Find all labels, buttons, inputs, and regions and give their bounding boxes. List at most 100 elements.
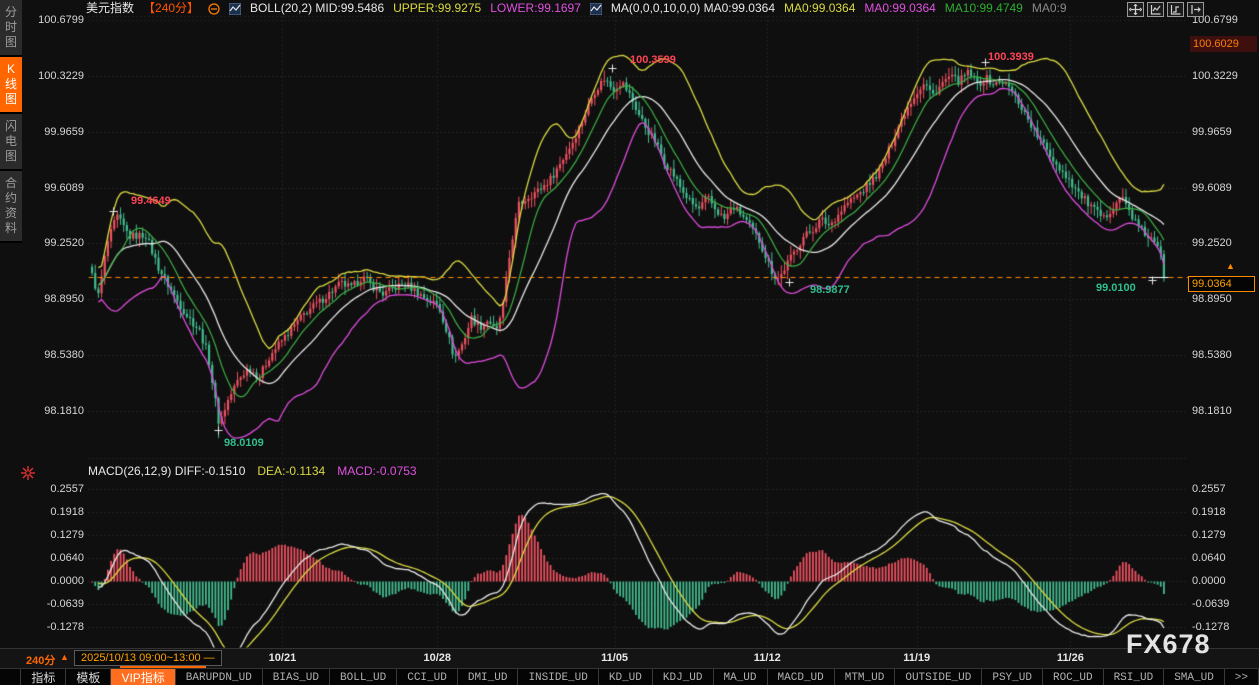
indicator-chart-icon — [229, 3, 241, 15]
macd-axis-left-label: 0.1279 — [24, 528, 84, 542]
y-axis-right-label: 98.8950 — [1192, 292, 1232, 306]
chart-tools — [1127, 2, 1204, 17]
symbol-title: 美元指数 — [86, 1, 134, 16]
toolbar-tab-18[interactable]: SMA_UD — [1164, 669, 1225, 685]
price-up-arrow-icon: ▲ — [1226, 261, 1235, 271]
macd-header-seg-0: MACD(26,12,9) DIFF:-0.1510 — [88, 464, 245, 478]
toolbar-tab-9[interactable]: KD_UD — [599, 669, 653, 685]
toolbar-tab-14[interactable]: OUTSIDE_UD — [895, 669, 982, 685]
minus-circle-icon[interactable] — [208, 3, 220, 15]
y-axis-left-label: 98.8950 — [24, 292, 84, 306]
price-annotation: 98.0109 — [224, 437, 264, 449]
macd-axis-right-label: 0.1279 — [1192, 528, 1226, 542]
fit-y-axis-icon[interactable] — [1147, 2, 1164, 17]
fit-x-axis-icon[interactable] — [1167, 2, 1184, 17]
macd-header-seg-2: MACD:-0.0753 — [337, 464, 416, 478]
macd-axis-right-label: 0.1918 — [1192, 505, 1226, 519]
toolbar-tab-11[interactable]: MA_UD — [714, 669, 768, 685]
session-high-badge: 100.6029 — [1190, 36, 1257, 52]
date-tick-label: 11/26 — [1057, 652, 1084, 664]
y-axis-right-label: 99.9659 — [1192, 125, 1232, 139]
boll-values: BOLL(20,2) MID:99.5486 — [250, 1, 384, 16]
period-label[interactable]: 240分 — [26, 652, 55, 668]
period-tag: 【240分】 — [143, 1, 199, 16]
price-annotation: 100.3599 — [630, 54, 676, 66]
y-axis-left-label: 98.5380 — [24, 348, 84, 362]
date-tick-label: 11/19 — [903, 652, 930, 664]
time-axis-bar: 240分 ▲ 2025/10/13 09:00~13:00 — 10/2110/… — [0, 648, 1259, 669]
ma-value-3: MA10:99.4749 — [945, 1, 1023, 16]
chart-canvas[interactable] — [0, 0, 1259, 685]
ma-value-2: MA0:99.0364 — [864, 1, 935, 16]
toolbar-tab-3[interactable]: BARUPDN_UD — [176, 669, 263, 685]
y-axis-right-label: 98.5380 — [1192, 348, 1232, 362]
macd-axis-right-label: 0.0000 — [1192, 574, 1226, 588]
price-annotation: 99.0100 — [1096, 282, 1136, 294]
toolbar-tab-more[interactable]: >> — [1225, 669, 1259, 685]
toolbar-tab-1[interactable]: 模板 — [66, 669, 111, 685]
indicator-chart-icon — [590, 3, 602, 15]
y-axis-left-label: 98.1810 — [24, 404, 84, 418]
y-axis-left-label: 100.6799 — [24, 13, 84, 27]
ma-value-0: MA(0,0,0,10,0,0) MA0:99.0364 — [611, 1, 775, 16]
toolbar-tab-6[interactable]: CCI_UD — [397, 669, 458, 685]
y-axis-left-label: 99.2520 — [24, 236, 84, 250]
ma-value-1: MA0:99.0364 — [784, 1, 855, 16]
toolbar-tab-12[interactable]: MACD_UD — [768, 669, 835, 685]
macd-axis-right-label: 0.2557 — [1192, 482, 1226, 496]
macd-axis-left-label: 0.0640 — [24, 551, 84, 565]
trading-app: 分时图K线图闪电图合约资料 美元指数【240分】 BOLL(20,2) MID:9… — [0, 0, 1259, 685]
price-annotation: 99.4649 — [131, 195, 171, 207]
toolbar-tab-7[interactable]: DMI_UD — [458, 669, 519, 685]
macd-axis-left-label: -0.1278 — [24, 620, 84, 634]
toolbar-spacer — [0, 669, 21, 685]
macd-axis-left-label: 0.2557 — [24, 482, 84, 496]
brand-watermark: FX678 — [1126, 629, 1211, 660]
price-annotation: 100.3939 — [988, 51, 1034, 63]
toolbar-tab-5[interactable]: BOLL_UD — [330, 669, 397, 685]
toolbar-tab-13[interactable]: MTM_UD — [835, 669, 896, 685]
macd-axis-left-label: 0.0000 — [24, 574, 84, 588]
y-axis-right-label: 99.6089 — [1192, 181, 1232, 195]
indicator-header: 美元指数【240分】 BOLL(20,2) MID:99.5486 UPPER:99… — [86, 1, 1067, 16]
sidebar-item-3[interactable]: 合约资料 — [0, 171, 22, 243]
period-arrow-icon[interactable]: ▲ — [60, 652, 69, 662]
y-axis-right-label: 98.1810 — [1192, 404, 1232, 418]
shift-right-icon[interactable] — [1187, 2, 1204, 17]
toolbar-tab-17[interactable]: RSI_UD — [1104, 669, 1165, 685]
y-axis-right-label: 99.2520 — [1192, 236, 1232, 250]
macd-header-seg-1: DEA:-0.1134 — [257, 464, 325, 478]
boll-lower: LOWER:99.1697 — [490, 1, 581, 16]
toolbar-tab-0[interactable]: 指标 — [21, 669, 66, 685]
current-price-badge: 99.0364 — [1188, 276, 1255, 292]
toolbar-tab-16[interactable]: ROC_UD — [1043, 669, 1104, 685]
price-annotation: 98.9877 — [810, 284, 850, 296]
y-axis-right-label: 100.3229 — [1192, 69, 1238, 83]
left-sidebar: 分时图K线图闪电图合约资料 — [0, 0, 22, 243]
boll-upper: UPPER:99.9275 — [393, 1, 481, 16]
sidebar-item-0[interactable]: 分时图 — [0, 0, 22, 57]
date-tick-label: 10/21 — [269, 652, 297, 664]
toolbar-tab-15[interactable]: PSY_UD — [982, 669, 1043, 685]
pan-icon[interactable] — [1127, 2, 1144, 17]
y-axis-left-label: 100.3229 — [24, 69, 84, 83]
sidebar-item-1[interactable]: K线图 — [0, 57, 22, 114]
toolbar-tab-2[interactable]: VIP指标 — [111, 669, 175, 685]
indicator-settings-icon[interactable] — [21, 466, 35, 480]
macd-axis-left-label: 0.1918 — [24, 505, 84, 519]
toolbar-tab-4[interactable]: BIAS_UD — [263, 669, 330, 685]
macd-axis-left-label: -0.0639 — [24, 597, 84, 611]
bottom-toolbar: 指标模板VIP指标BARUPDN_UDBIAS_UDBOLL_UDCCI_UDD… — [0, 668, 1259, 685]
toolbar-tab-8[interactable]: INSIDE_UD — [518, 669, 598, 685]
toolbar-tab-10[interactable]: KDJ_UD — [653, 669, 714, 685]
time-range-box[interactable]: 2025/10/13 09:00~13:00 — — [74, 650, 222, 666]
y-axis-left-label: 99.9659 — [24, 125, 84, 139]
sidebar-item-2[interactable]: 闪电图 — [0, 114, 22, 171]
macd-header: MACD(26,12,9) DIFF:-0.1510 DEA:-0.1134 MAC… — [88, 464, 417, 478]
date-tick-label: 11/05 — [601, 652, 628, 664]
date-tick-label: 11/12 — [754, 652, 781, 664]
ma-value-4: MA0:9 — [1032, 1, 1067, 16]
macd-axis-right-label: 0.0640 — [1192, 551, 1226, 565]
y-axis-left-label: 99.6089 — [24, 181, 84, 195]
macd-axis-right-label: -0.0639 — [1192, 597, 1229, 611]
